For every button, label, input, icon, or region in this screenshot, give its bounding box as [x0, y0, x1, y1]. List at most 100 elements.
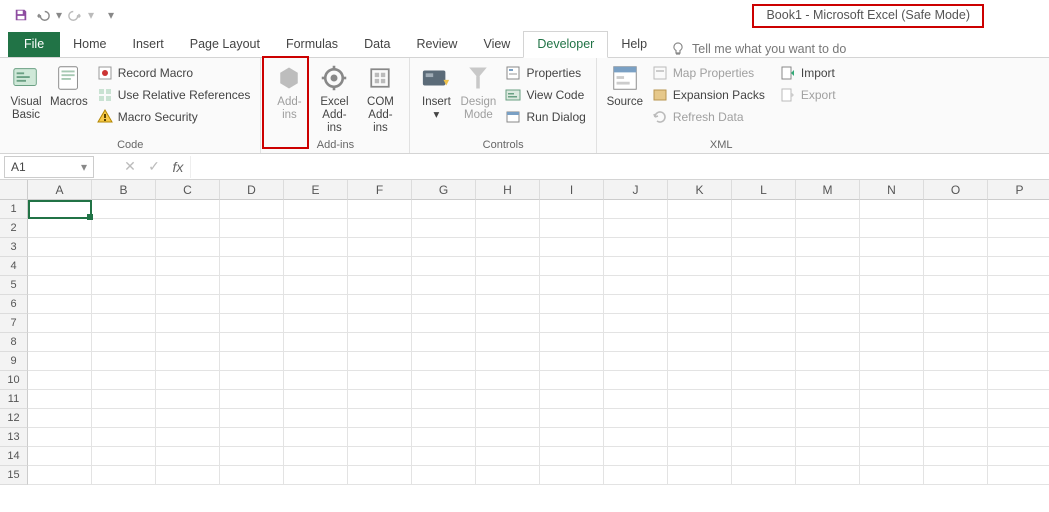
cell[interactable] [988, 371, 1049, 390]
col-header[interactable]: H [476, 180, 540, 200]
select-all-corner[interactable] [0, 180, 28, 200]
cell[interactable] [860, 314, 924, 333]
cell[interactable] [348, 314, 412, 333]
row-header[interactable]: 3 [0, 238, 28, 257]
cell[interactable] [412, 409, 476, 428]
cell[interactable] [604, 200, 668, 219]
cell[interactable] [924, 333, 988, 352]
cell[interactable] [668, 371, 732, 390]
cell[interactable] [92, 352, 156, 371]
cell[interactable] [28, 295, 92, 314]
cell[interactable] [988, 466, 1049, 485]
cell[interactable] [860, 333, 924, 352]
fx-icon[interactable]: fx [166, 159, 190, 175]
cell[interactable] [412, 257, 476, 276]
cell[interactable] [284, 295, 348, 314]
cell[interactable] [412, 447, 476, 466]
cell[interactable] [284, 257, 348, 276]
cell[interactable] [220, 314, 284, 333]
cell[interactable] [220, 390, 284, 409]
cell[interactable] [28, 390, 92, 409]
export-button[interactable]: Export [775, 84, 840, 106]
cell[interactable] [604, 428, 668, 447]
cell[interactable] [156, 276, 220, 295]
cell[interactable] [924, 466, 988, 485]
cell[interactable] [28, 371, 92, 390]
cell[interactable] [732, 409, 796, 428]
cell[interactable] [220, 466, 284, 485]
cell[interactable] [348, 409, 412, 428]
cells-grid[interactable] [28, 200, 1049, 485]
cell[interactable] [540, 371, 604, 390]
cell[interactable] [412, 314, 476, 333]
cell[interactable] [732, 295, 796, 314]
cell[interactable] [668, 333, 732, 352]
cell[interactable] [476, 257, 540, 276]
enter-formula-icon[interactable]: ✓ [142, 158, 166, 175]
cell[interactable] [988, 257, 1049, 276]
cell[interactable] [476, 447, 540, 466]
cell[interactable] [796, 390, 860, 409]
cell[interactable] [988, 276, 1049, 295]
cell[interactable] [668, 276, 732, 295]
col-header[interactable]: O [924, 180, 988, 200]
cell[interactable] [284, 200, 348, 219]
cell[interactable] [988, 447, 1049, 466]
cell[interactable] [220, 352, 284, 371]
cell[interactable] [348, 447, 412, 466]
cell[interactable] [348, 371, 412, 390]
cell[interactable] [92, 333, 156, 352]
cell[interactable] [732, 390, 796, 409]
cell[interactable] [604, 371, 668, 390]
com-addins-button[interactable]: COM Add-ins [357, 60, 403, 135]
col-header[interactable]: E [284, 180, 348, 200]
row-header[interactable]: 1 [0, 200, 28, 219]
cell[interactable] [540, 276, 604, 295]
cell[interactable] [924, 371, 988, 390]
cell[interactable] [668, 295, 732, 314]
cell[interactable] [860, 447, 924, 466]
cell[interactable] [412, 428, 476, 447]
cell[interactable] [412, 238, 476, 257]
cell[interactable] [732, 352, 796, 371]
cell[interactable] [668, 447, 732, 466]
worksheet[interactable]: ABCDEFGHIJKLMNOP 123456789101112131415 [0, 180, 1049, 512]
excel-addins-button[interactable]: Excel Add-ins [311, 60, 357, 135]
cell[interactable] [412, 295, 476, 314]
row-header[interactable]: 12 [0, 409, 28, 428]
cell[interactable] [156, 200, 220, 219]
cell[interactable] [348, 295, 412, 314]
cell[interactable] [476, 333, 540, 352]
undo-caret-icon[interactable]: ▾ [54, 4, 64, 26]
cell[interactable] [156, 428, 220, 447]
expansion-packs-button[interactable]: Expansion Packs [647, 84, 769, 106]
cell[interactable] [604, 333, 668, 352]
cell[interactable] [412, 276, 476, 295]
cell[interactable] [220, 219, 284, 238]
view-code-button[interactable]: View Code [500, 84, 589, 106]
row-header[interactable]: 7 [0, 314, 28, 333]
cell[interactable] [28, 276, 92, 295]
col-header[interactable]: G [412, 180, 476, 200]
cell[interactable] [348, 352, 412, 371]
cell[interactable] [988, 428, 1049, 447]
cell[interactable] [860, 428, 924, 447]
cell[interactable] [284, 371, 348, 390]
cell[interactable] [284, 276, 348, 295]
cell[interactable] [988, 314, 1049, 333]
col-header[interactable]: N [860, 180, 924, 200]
cell[interactable] [540, 219, 604, 238]
tab-file[interactable]: File [8, 32, 60, 57]
cell[interactable] [604, 409, 668, 428]
cell[interactable] [732, 466, 796, 485]
cell[interactable] [540, 447, 604, 466]
cell[interactable] [92, 314, 156, 333]
cell[interactable] [476, 409, 540, 428]
cell[interactable] [540, 333, 604, 352]
macros-button[interactable]: Macros [46, 60, 92, 109]
cell[interactable] [796, 371, 860, 390]
import-button[interactable]: Import [775, 62, 840, 84]
cell[interactable] [604, 390, 668, 409]
row-header[interactable]: 11 [0, 390, 28, 409]
cell[interactable] [604, 219, 668, 238]
